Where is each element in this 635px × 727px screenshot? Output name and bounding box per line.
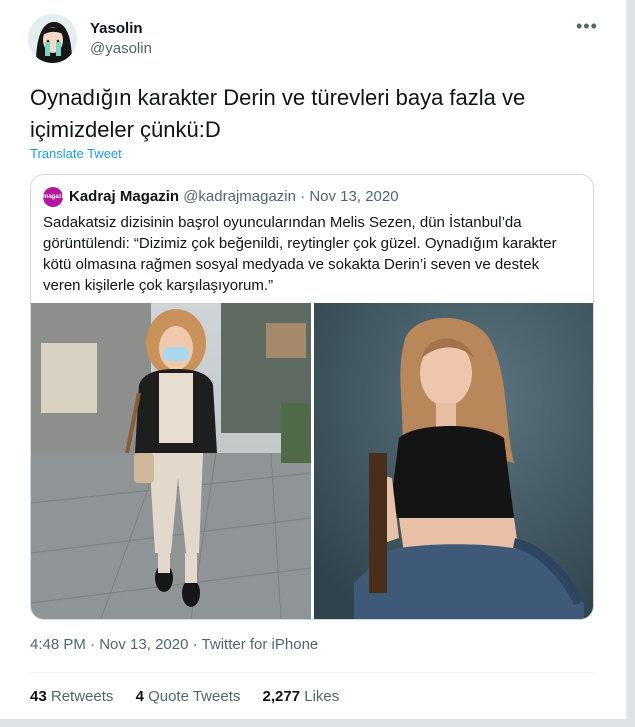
quote-tweets-label: Quote Tweets: [148, 688, 241, 705]
quoted-media: [31, 303, 593, 619]
quoted-handle[interactable]: @kadrajmagazin: [183, 188, 296, 205]
meta-separator: ·: [192, 636, 198, 653]
quoted-text: Sadakatsiz dizisinin başrol oyuncularınd…: [43, 214, 557, 294]
window-border: [626, 0, 627, 719]
author-display-name[interactable]: Yasolin: [90, 20, 143, 37]
quote-tweets-count: 4: [135, 688, 144, 705]
avatar[interactable]: [28, 14, 77, 63]
quote-tweets-stat[interactable]: 4 Quote Tweets: [136, 688, 245, 705]
quoted-display-name[interactable]: Kadraj Magazin: [69, 188, 179, 205]
likes-count: 2,277: [262, 688, 301, 705]
retweets-label: Retweets: [50, 688, 114, 705]
tweet-meta: 4:48 PM · Nov 13, 2020 · Twitter for iPh…: [30, 636, 318, 653]
more-options-icon[interactable]: •••: [576, 16, 598, 37]
likes-label: Likes: [304, 688, 340, 705]
quoted-separator: ·: [300, 188, 306, 205]
photo-street[interactable]: [31, 303, 311, 619]
translate-tweet-link[interactable]: Translate Tweet: [30, 146, 122, 161]
divider: [30, 672, 594, 673]
meta-separator: ·: [90, 636, 96, 653]
tweet-stats: 43 Retweets 4 Quote Tweets 2,277 Likes: [30, 688, 357, 705]
tweet-text-line: Oynadığın karakter Derin ve türevleri ba…: [30, 85, 526, 110]
window-frame-right: [627, 0, 635, 727]
quoted-header: Kadraj Magazin @kadrajmagazin · Nov 13, …: [69, 188, 399, 205]
window-frame-bottom: [0, 719, 635, 727]
quoted-tweet[interactable]: magazin Kadraj Magazin @kadrajmagazin · …: [30, 174, 594, 620]
tweet-text: Oynadığın karakter Derin ve türevleri ba…: [30, 82, 590, 146]
avatar-illustration: [28, 14, 77, 63]
quoted-avatar[interactable]: magazin: [43, 187, 67, 207]
retweets-stat[interactable]: 43 Retweets: [30, 688, 118, 705]
tweet-source[interactable]: Twitter for iPhone: [202, 636, 319, 653]
photo-portrait[interactable]: [314, 303, 593, 619]
portrait-photo-image: [314, 303, 593, 619]
quoted-date[interactable]: Nov 13, 2020: [309, 188, 398, 205]
street-photo-image: [31, 303, 311, 619]
tweet-time[interactable]: 4:48 PM: [30, 636, 86, 653]
tweet-card: Yasolin @yasolin ••• Oynadığın karakter …: [0, 0, 626, 719]
author-handle[interactable]: @yasolin: [90, 40, 152, 57]
tweet-date[interactable]: Nov 13, 2020: [99, 636, 188, 653]
likes-stat[interactable]: 2,277 Likes: [263, 688, 340, 705]
tweet-text-line: içimizdeler çünkü:D: [30, 117, 221, 142]
retweets-count: 43: [30, 688, 47, 705]
